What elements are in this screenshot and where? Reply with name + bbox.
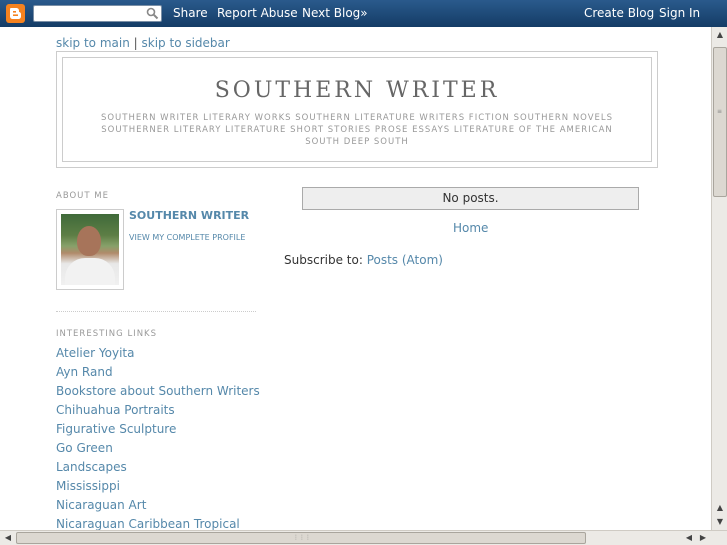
blog-title[interactable]: SOUTHERN WRITER — [63, 78, 651, 103]
link-item[interactable]: Mississippi — [56, 479, 260, 498]
sidebar-divider — [56, 311, 256, 312]
interesting-links-list: Atelier Yoyita Ayn Rand Bookstore about … — [56, 346, 260, 530]
link-item[interactable]: Ayn Rand — [56, 365, 260, 384]
profile-name-link[interactable]: SOUTHERN WRITER — [129, 209, 249, 222]
home-link[interactable]: Home — [453, 221, 488, 235]
link-item[interactable]: Nicaraguan Art — [56, 498, 260, 517]
posts-atom-link[interactable]: Posts (Atom) — [367, 253, 443, 267]
scroll-left-icon[interactable]: ◀ — [682, 531, 696, 545]
no-posts-notice: No posts. — [302, 187, 639, 210]
page-content: skip to main | skip to sidebar SOUTHERN … — [0, 27, 711, 530]
scroll-up-icon[interactable]: ▲ — [713, 501, 727, 515]
horizontal-scroll-thumb[interactable]: ⋮⋮⋮ — [16, 532, 586, 544]
blog-header-inner: SOUTHERN WRITER SOUTHERN WRITER LITERARY… — [62, 57, 652, 162]
link-item[interactable]: Go Green — [56, 441, 260, 460]
report-abuse-link[interactable]: Report Abuse — [217, 6, 298, 20]
subscribe-label: Subscribe to: — [284, 253, 363, 267]
scroll-up-icon[interactable]: ▲ — [713, 28, 727, 42]
link-item[interactable]: Chihuahua Portraits — [56, 403, 260, 422]
skip-links: skip to main | skip to sidebar — [56, 36, 230, 50]
subscribe-line: Subscribe to: Posts (Atom) — [284, 253, 443, 267]
skip-separator: | — [133, 36, 138, 50]
horizontal-scrollbar[interactable]: ◀ ⋮⋮⋮ ◀ ▶ — [0, 530, 727, 545]
search-icon[interactable] — [146, 7, 159, 20]
vertical-scroll-thumb[interactable]: ≡ — [713, 47, 727, 197]
skip-to-sidebar-link[interactable]: skip to sidebar — [142, 36, 230, 50]
grip-icon: ⋮⋮⋮ — [293, 534, 311, 541]
profile-photo-image — [61, 214, 119, 285]
blog-description: SOUTHERN WRITER LITERARY WORKS SOUTHERN … — [100, 113, 614, 147]
vertical-scrollbar[interactable]: ▲ ≡ ▲ ▼ — [711, 27, 727, 530]
link-item[interactable]: Landscapes — [56, 460, 260, 479]
profile-photo[interactable] — [56, 209, 124, 290]
about-me-heading: ABOUT ME — [56, 191, 110, 201]
scroll-left-icon[interactable]: ◀ — [1, 531, 15, 545]
search-input[interactable] — [33, 5, 162, 22]
scroll-down-icon[interactable]: ▼ — [713, 515, 727, 529]
link-item[interactable]: Atelier Yoyita — [56, 346, 260, 365]
link-item[interactable]: Figurative Sculpture — [56, 422, 260, 441]
create-blog-link[interactable]: Create Blog — [584, 6, 654, 20]
skip-to-main-link[interactable]: skip to main — [56, 36, 130, 50]
grip-icon: ≡ — [717, 108, 723, 115]
view-profile-link[interactable]: VIEW MY COMPLETE PROFILE — [129, 233, 245, 242]
blogger-navbar: Share Report Abuse Next Blog» Create Blo… — [0, 0, 727, 27]
link-item[interactable]: Nicaraguan Caribbean Tropical — [56, 517, 260, 530]
sign-in-link[interactable]: Sign In — [659, 6, 700, 20]
blog-header: SOUTHERN WRITER SOUTHERN WRITER LITERARY… — [56, 51, 658, 168]
share-link[interactable]: Share — [173, 6, 208, 20]
interesting-links-heading: INTERESTING LINKS — [56, 329, 158, 339]
next-blog-link[interactable]: Next Blog» — [302, 6, 368, 20]
scroll-right-icon[interactable]: ▶ — [696, 531, 710, 545]
blogger-logo-icon[interactable] — [6, 4, 25, 23]
link-item[interactable]: Bookstore about Southern Writers — [56, 384, 260, 403]
